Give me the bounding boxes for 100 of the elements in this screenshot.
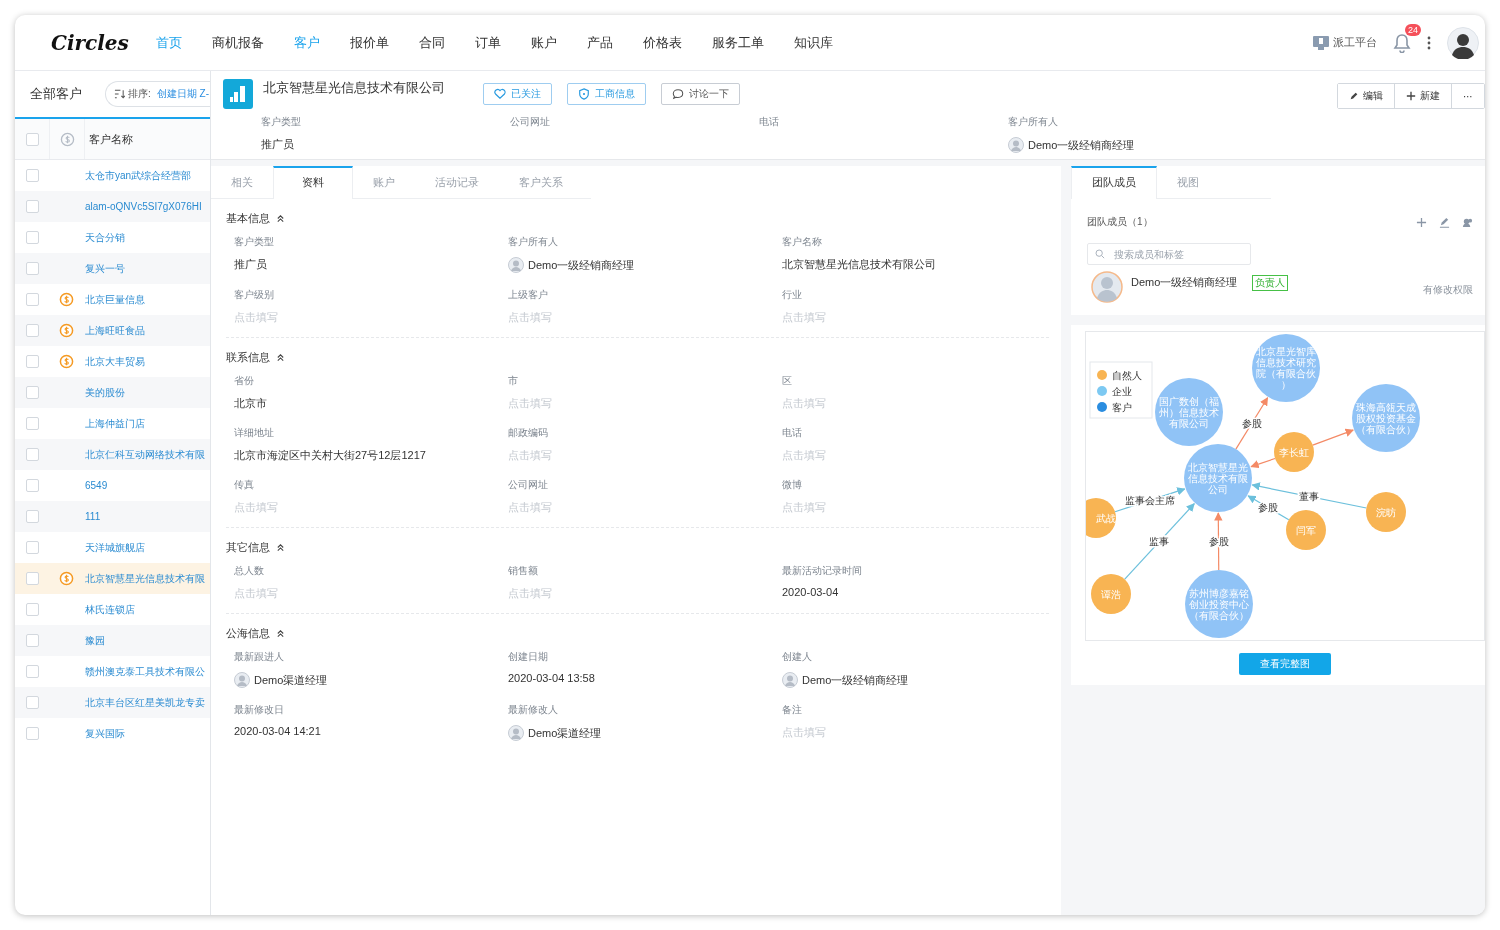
customer-name-link[interactable]: 111 <box>83 511 101 522</box>
tab[interactable]: 客户关系 <box>499 166 583 198</box>
pencil-icon[interactable] <box>1439 216 1450 228</box>
row-checkbox[interactable] <box>25 355 39 368</box>
row-checkbox[interactable] <box>25 417 39 430</box>
nav-link[interactable]: 知识库 <box>779 33 848 52</box>
customer-name-link[interactable]: 北京大丰贸易 <box>83 354 145 369</box>
row-checkbox[interactable] <box>25 262 39 275</box>
collapse-icon[interactable] <box>276 214 285 223</box>
row-checkbox[interactable] <box>25 665 39 678</box>
row-checkbox[interactable] <box>25 231 39 244</box>
customer-name-link[interactable]: 赣州澳克泰工具技术有限公 <box>83 664 205 679</box>
nav-link[interactable]: 合同 <box>404 33 460 52</box>
collapse-icon[interactable] <box>276 353 285 362</box>
collapse-icon[interactable] <box>276 629 285 638</box>
list-row[interactable]: 上海旺旺食品 <box>15 315 210 346</box>
customer-name-link[interactable]: 复兴一号 <box>83 261 125 276</box>
collapse-icon[interactable] <box>276 543 285 552</box>
list-row[interactable]: 复兴一号 <box>15 253 210 284</box>
toolbar-button[interactable]: 编辑 <box>1338 84 1395 108</box>
row-checkbox[interactable] <box>25 169 39 182</box>
action-button[interactable]: 工商信息 <box>567 83 646 105</box>
nav-link[interactable]: 客户 <box>279 33 335 52</box>
company-node[interactable]: 国广数创（福 州）信息技术 有限公司 <box>1155 378 1223 446</box>
search-field[interactable]: 搜索成员和标签 <box>1087 243 1251 265</box>
list-row[interactable]: 北京大丰贸易 <box>15 346 210 377</box>
customer-name-link[interactable]: 上海旺旺食品 <box>83 323 145 338</box>
tab[interactable]: 视图 <box>1157 166 1219 198</box>
list-row[interactable]: 北京智慧星光信息技术有限 <box>15 563 210 594</box>
nav-link[interactable]: 服务工单 <box>697 33 779 52</box>
company-node[interactable]: 北京星光智库 信息技术研究 院（有限合伙 ） <box>1252 334 1320 402</box>
list-row[interactable]: 太仓市yan武综合经营部 <box>15 160 210 191</box>
customer-name-link[interactable]: 北京仁科互动网络技术有限 <box>83 447 205 462</box>
row-checkbox[interactable] <box>25 293 39 306</box>
add-icon[interactable] <box>1416 216 1427 228</box>
list-row[interactable]: 北京仁科互动网络技术有限 <box>15 439 210 470</box>
customer-name-link[interactable]: 北京智慧星光信息技术有限 <box>83 571 205 586</box>
people-icon[interactable] <box>1462 216 1473 228</box>
customer-name-link[interactable]: 北京丰台区红星美凯龙专卖 <box>83 695 205 710</box>
logo[interactable]: Circles <box>51 30 141 55</box>
more-icon[interactable] <box>1427 35 1431 50</box>
nav-link[interactable]: 产品 <box>572 33 628 52</box>
list-row[interactable]: 美的股份 <box>15 377 210 408</box>
tab[interactable]: 相关 <box>211 166 273 198</box>
list-row[interactable]: 赣州澳克泰工具技术有限公 <box>15 656 210 687</box>
company-node[interactable]: 苏州博彦嘉铭 创业投资中心 （有限合伙） <box>1185 570 1253 638</box>
list-row[interactable]: 天合分销 <box>15 222 210 253</box>
row-checkbox[interactable] <box>25 634 39 647</box>
row-checkbox[interactable] <box>25 603 39 616</box>
list-row[interactable]: 天洋城旗舰店 <box>15 532 210 563</box>
list-row[interactable]: 111 <box>15 501 210 532</box>
list-row[interactable]: 6549 <box>15 470 210 501</box>
tab[interactable]: 账户 <box>353 166 415 198</box>
row-checkbox[interactable] <box>25 727 39 740</box>
nav-link[interactable]: 首页 <box>141 33 197 52</box>
customer-name-link[interactable]: 美的股份 <box>83 385 125 400</box>
platform-link[interactable]: 派工平台 <box>1312 34 1377 51</box>
list-row[interactable]: 北京丰台区红星美凯龙专卖 <box>15 687 210 718</box>
view-full-graph-button[interactable]: 查看完整图 <box>1239 653 1331 675</box>
company-node[interactable]: 珠海高瓴天成 股权投资基金 （有限合伙） <box>1352 384 1420 452</box>
customer-name-link[interactable]: 天合分销 <box>83 230 125 245</box>
row-checkbox[interactable] <box>25 386 39 399</box>
customer-name-link[interactable]: 豫园 <box>83 633 105 648</box>
action-button[interactable]: 已关注 <box>483 83 552 105</box>
customer-name-link[interactable]: 天洋城旗舰店 <box>83 540 145 555</box>
customer-name-link[interactable]: 6549 <box>83 480 108 491</box>
nav-link[interactable]: 商机报备 <box>197 33 279 52</box>
customer-name-link[interactable]: 上海仲益门店 <box>83 416 145 431</box>
column-header[interactable]: 客户名称 <box>87 131 133 147</box>
tab[interactable]: 资料 <box>273 166 353 199</box>
row-checkbox[interactable] <box>25 510 39 523</box>
nav-link[interactable]: 报价单 <box>335 33 404 52</box>
customer-name-link[interactable]: 复兴国际 <box>83 726 125 741</box>
tab[interactable]: 团队成员 <box>1071 166 1157 199</box>
row-checkbox[interactable] <box>25 572 39 585</box>
row-checkbox[interactable] <box>25 324 39 337</box>
list-row[interactable]: 林氏连锁店 <box>15 594 210 625</box>
row-checkbox[interactable] <box>25 448 39 461</box>
row-checkbox[interactable] <box>25 541 39 554</box>
row-checkbox[interactable] <box>25 696 39 709</box>
user-avatar[interactable] <box>1447 26 1479 59</box>
customer-name-link[interactable]: 太仓市yan武综合经营部 <box>83 168 192 183</box>
list-row[interactable]: 上海仲益门店 <box>15 408 210 439</box>
select-all-checkbox[interactable] <box>25 132 39 146</box>
nav-link[interactable]: 订单 <box>460 33 516 52</box>
customer-name-link[interactable]: 林氏连锁店 <box>83 602 135 617</box>
list-row[interactable]: 复兴国际 <box>15 718 210 749</box>
company-node[interactable]: 北京智慧星光 信息技术有限 公司 <box>1184 444 1252 512</box>
bell-icon[interactable] <box>1393 32 1411 53</box>
customer-name-link[interactable]: alam-oQNVc5SI7gX076HI <box>83 201 202 212</box>
tab[interactable]: 活动记录 <box>415 166 499 198</box>
list-row[interactable]: 豫园 <box>15 625 210 656</box>
action-button[interactable]: 讨论一下 <box>661 83 740 105</box>
row-checkbox[interactable] <box>25 479 39 492</box>
row-checkbox[interactable] <box>25 200 39 213</box>
nav-link[interactable]: 账户 <box>516 33 572 52</box>
list-row[interactable]: alam-oQNVc5SI7gX076HI <box>15 191 210 222</box>
customer-name-link[interactable]: 北京巨量信息 <box>83 292 145 307</box>
nav-link[interactable]: 价格表 <box>628 33 697 52</box>
list-row[interactable]: 北京巨量信息 <box>15 284 210 315</box>
